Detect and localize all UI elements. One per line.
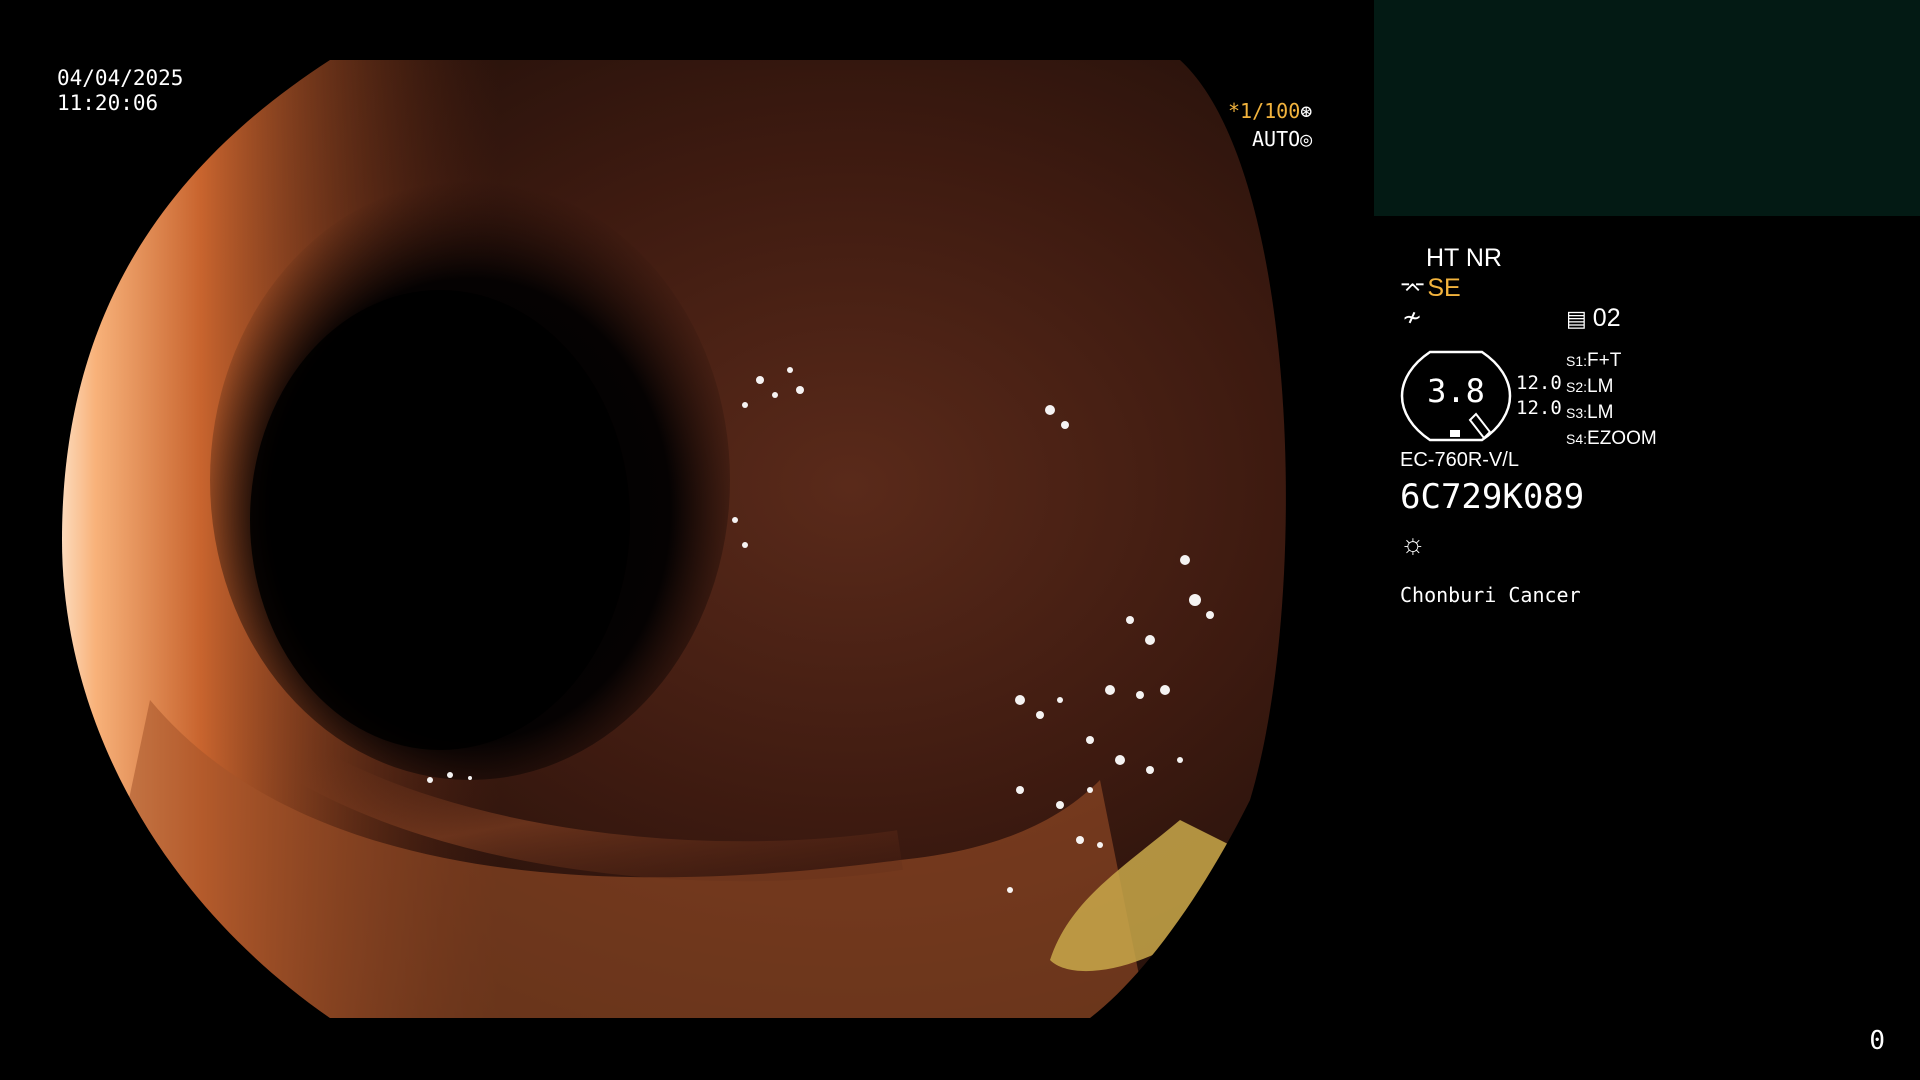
color-mode-icon: ≁	[1402, 304, 1423, 331]
switch-item: S1:F+T	[1566, 350, 1622, 371]
scope-model: EC-760R-V/L	[1400, 449, 1519, 471]
gauge-upper: 12.0	[1516, 372, 1562, 394]
structure-enhance: ⌤SE	[1400, 276, 1461, 301]
switch-item: S3:LM	[1566, 402, 1614, 423]
frame-counter: 0	[1869, 1026, 1885, 1056]
date-time: 04/04/2025 11:20:06	[57, 66, 183, 116]
gauge-value: 3.8	[1427, 372, 1485, 410]
endoscope-image	[62, 60, 1286, 1018]
switch-item: S2:LM	[1566, 376, 1614, 397]
status-panel: HT NR ⌤SE ≁ ▤ 02 3.8 12.0 12.0 S1:F+T S2:…	[1400, 240, 1900, 640]
memory-channel: ▤ 02	[1566, 306, 1621, 331]
gauge-lower: 12.0	[1516, 397, 1562, 419]
iris-icon: ◎	[1300, 127, 1313, 151]
institution-name: Chonburi Cancer	[1400, 583, 1581, 607]
structure-enhance-icon: ⌤	[1400, 276, 1426, 301]
switch-item: S4:EZOOM	[1566, 428, 1657, 449]
iris-mode: AUTO◎	[1252, 129, 1312, 149]
aperture-icon: ⊛	[1300, 99, 1313, 123]
time-label: 11:20:06	[57, 91, 159, 115]
sub-image-box	[1374, 0, 1920, 216]
endoscope-view: 04/04/2025 11:20:06 *1/100⊛ AUTO◎	[0, 0, 1370, 1080]
iris-label: AUTO	[1252, 127, 1301, 151]
shutter-speed: *1/100⊛	[1228, 101, 1312, 121]
scope-serial: 6C729K089	[1400, 477, 1585, 517]
shutter-label: *1/100	[1228, 99, 1301, 123]
date-label: 04/04/2025	[57, 66, 184, 90]
ht-nr-label: HT NR	[1426, 244, 1502, 272]
sun-icon: ☼	[1400, 528, 1426, 559]
memory-icon: ▤	[1566, 306, 1587, 331]
switch-list: S1:F+T S2:LM S3:LM S4:EZOOM	[1566, 348, 1657, 452]
se-label: SE	[1427, 274, 1461, 302]
channel-label: 02	[1592, 304, 1621, 332]
